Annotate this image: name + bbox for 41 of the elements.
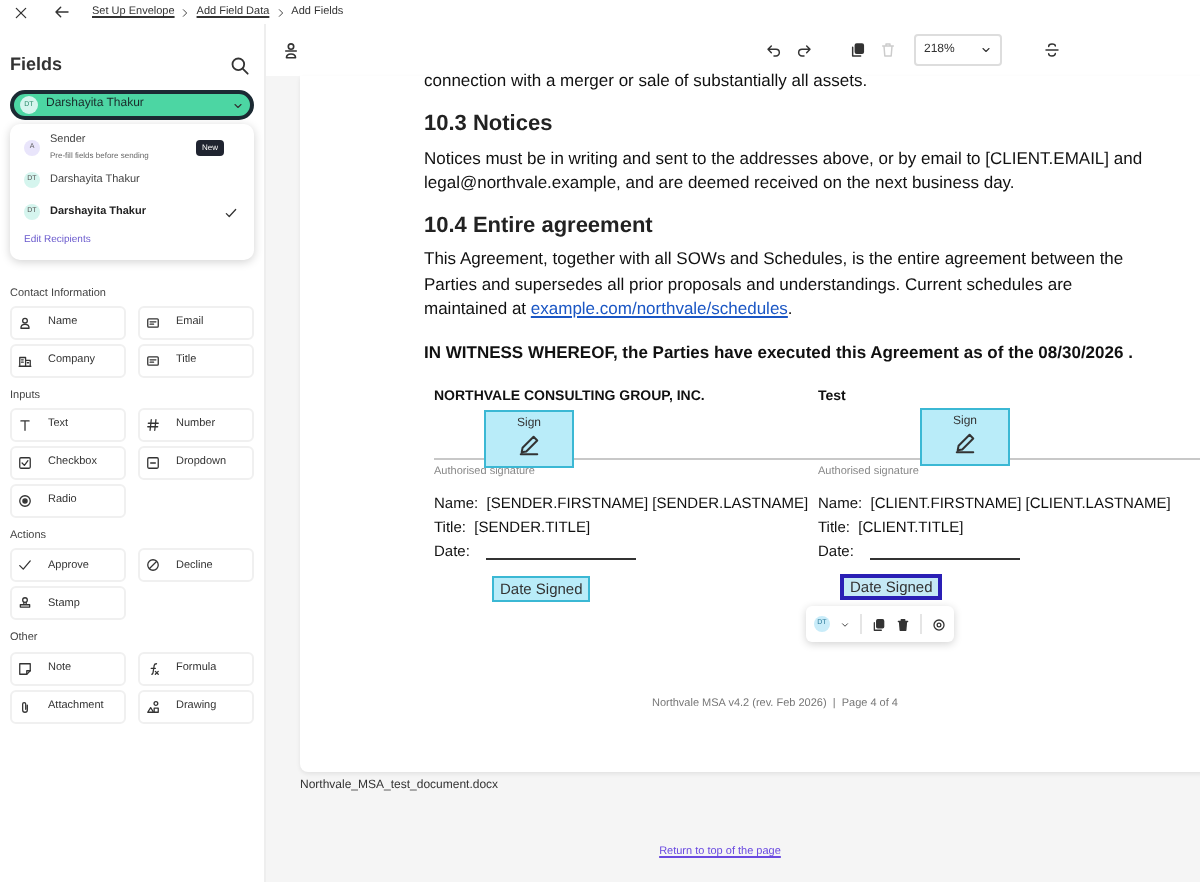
chevron-down-icon [980, 44, 992, 56]
shapes-icon [146, 699, 160, 713]
checkmark-icon [224, 205, 238, 219]
pen-icon [518, 434, 540, 456]
trash-icon[interactable] [896, 617, 910, 631]
strikethrough-icon[interactable] [1044, 42, 1060, 58]
hash-icon [146, 418, 160, 432]
redo-icon[interactable] [796, 42, 812, 58]
witness-clause: IN WITNESS WHEREOF, the Parties have executed this Agreement as of the 08/30/2026 . [424, 339, 1135, 365]
document-link[interactable]: example.com/northvale/schedules [530, 298, 788, 318]
checkbox-icon [18, 456, 32, 470]
chevron-right-icon [275, 7, 286, 17]
back-arrow-icon[interactable] [54, 4, 70, 20]
section-heading: 10.3 Notices [424, 110, 555, 140]
id-card-icon [146, 315, 160, 330]
check-icon [18, 558, 32, 573]
chevron-down-icon [232, 99, 244, 111]
copy-icon[interactable] [850, 42, 866, 58]
dropdown-icon [146, 456, 160, 470]
ban-icon [146, 558, 160, 573]
paperclip-icon [18, 699, 32, 713]
search-icon[interactable] [230, 56, 250, 76]
formula-icon [146, 661, 160, 675]
section-heading: 10.4 Entire agreement [424, 211, 655, 241]
radio-icon [18, 494, 32, 508]
close-icon[interactable] [14, 5, 28, 19]
paragraph: This Agreement, together with all SOWs and Schedules, is the entire agreement between the Parties and supersedes all prior proposals and understandings. Current schedules are maintained at example.com/northvale/schedules. [424, 246, 1126, 321]
chevron-right-icon [180, 7, 191, 17]
id-card-icon [146, 353, 160, 368]
building-icon [18, 353, 32, 368]
chevron-down-icon[interactable] [840, 619, 850, 629]
stamp-icon [18, 596, 32, 611]
undo-icon[interactable] [766, 42, 782, 58]
copy-icon[interactable] [872, 617, 886, 631]
pen-icon [954, 432, 976, 454]
paragraph: Notices must be in writing and sent to the addresses above, or by email to [CLIENT.EMAIL] and legal@northvale.example, and are deemed received on the next business day. [424, 145, 1145, 195]
text-icon [18, 418, 32, 432]
panel-title: Fields [10, 52, 63, 79]
person-icon [18, 315, 32, 330]
paragraph: connection with a merger or sale of substantially all assets. [424, 70, 870, 90]
note-icon [18, 661, 32, 675]
